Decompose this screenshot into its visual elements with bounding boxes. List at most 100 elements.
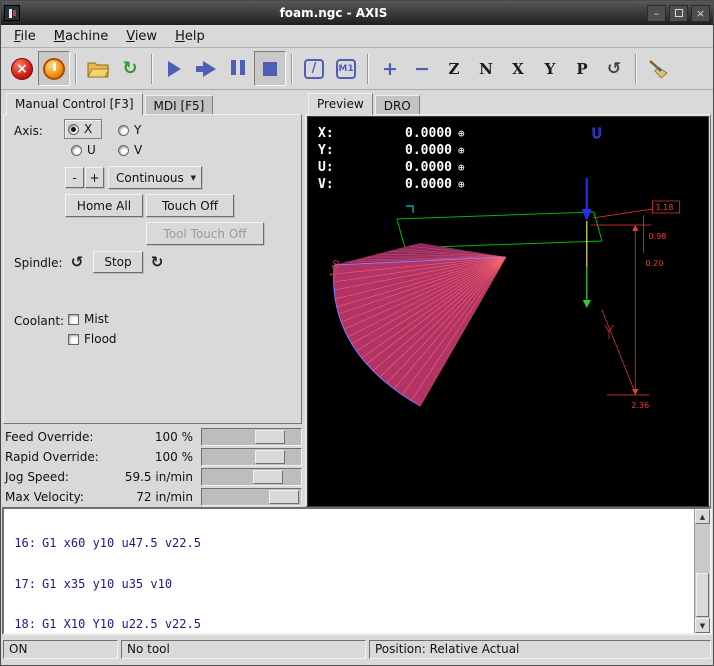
scrollbar-thumb[interactable] <box>696 573 709 617</box>
pause-bar <box>231 60 236 75</box>
menu-view[interactable]: View <box>117 26 166 47</box>
zoom-in-button[interactable]: + <box>374 51 406 86</box>
pause-program-button[interactable] <box>222 51 254 86</box>
feed-override-label: Feed Override: <box>5 430 93 444</box>
work-envelope <box>397 212 602 248</box>
spindle-cw-icon: ↻ <box>151 253 164 271</box>
axis-label: Axis: <box>14 124 43 138</box>
radio-u-indicator <box>71 145 82 156</box>
view-z-rotated-button[interactable]: N <box>470 51 502 86</box>
max-velocity-slider[interactable] <box>201 488 302 506</box>
max-velocity-value: 72 in/min <box>136 490 193 504</box>
mist-label: Mist <box>84 312 109 326</box>
view-perspective-icon: P <box>576 60 587 78</box>
scroll-up-button[interactable]: ▲ <box>695 509 710 524</box>
feed-override-slider[interactable] <box>201 428 302 446</box>
jog-speed-row: Jog Speed: 59.5 in/min <box>1 467 304 487</box>
spindle-stop-button[interactable]: Stop <box>93 251 143 273</box>
dro-row-y: Y: 0.0000 ⊕ <box>318 142 465 159</box>
touch-off-button[interactable]: Touch Off <box>146 194 234 217</box>
mist-checkbox[interactable]: Mist <box>68 312 109 326</box>
rapid-override-slider[interactable] <box>201 448 302 466</box>
step-program-button[interactable] <box>190 51 222 86</box>
view-z-button[interactable]: Z <box>438 51 470 86</box>
titlebar: foam.ngc - AXIS – × <box>1 1 713 25</box>
menu-machine[interactable]: Machine <box>45 26 117 47</box>
menu-file[interactable]: File <box>5 26 45 47</box>
clear-plot-button[interactable] <box>642 51 674 86</box>
spindle-cw-button[interactable]: ↻ <box>145 250 169 274</box>
radio-axis-u[interactable]: U <box>71 143 96 157</box>
scroll-down-button[interactable]: ▼ <box>695 618 710 633</box>
gcode-scrollbar[interactable]: ▲ ▼ <box>694 509 710 633</box>
menu-help[interactable]: Help <box>166 26 214 47</box>
feed-override-handle[interactable] <box>255 430 285 444</box>
view-x-button[interactable]: X <box>502 51 534 86</box>
optional-pause-button[interactable]: M1 <box>330 51 362 86</box>
homed-icon: ⊕ <box>458 144 465 157</box>
tab-preview[interactable]: Preview <box>308 93 373 115</box>
view-y-button[interactable]: Y <box>534 51 566 86</box>
rotate-view-button[interactable]: ↺ <box>598 51 630 86</box>
flood-checkbox-indicator <box>68 334 79 345</box>
window-icon-glyph-accent <box>13 10 16 16</box>
run-program-button[interactable] <box>158 51 190 86</box>
jog-speed-handle[interactable] <box>253 470 283 484</box>
dro-u-value: 0.0000 <box>340 160 452 175</box>
radio-axis-y[interactable]: Y <box>118 123 141 137</box>
dim-0-20: 0.20 <box>645 259 663 268</box>
dro-row-u: U: 0.0000 ⊕ <box>318 159 465 176</box>
control-tabs: Manual Control [F3] MDI [F5] <box>3 92 302 114</box>
gcode-line[interactable]: 16:G1 x60 y10 u47.5 v22.5 <box>4 537 693 551</box>
gcode-line[interactable]: 17:G1 x35 y10 u35 v10 <box>4 578 693 592</box>
spindle-ccw-button[interactable]: ↺ <box>65 250 89 274</box>
rotate-view-icon: ↺ <box>607 59 621 79</box>
pause-icon <box>229 60 247 78</box>
tab-dro[interactable]: DRO <box>375 95 420 114</box>
close-button[interactable]: × <box>691 5 710 22</box>
machine-power-button[interactable] <box>38 51 70 86</box>
skip-lines-button[interactable]: / <box>298 51 330 86</box>
step-icon-head <box>203 61 216 77</box>
toolbar-separator <box>291 54 293 84</box>
manual-control-panel: Axis: X Y U <box>3 114 302 424</box>
open-folder-icon <box>86 59 110 79</box>
estop-button[interactable]: × <box>6 51 38 86</box>
maximize-button[interactable] <box>669 5 688 22</box>
rapid-override-handle[interactable] <box>255 450 285 464</box>
zoom-out-button[interactable]: − <box>406 51 438 86</box>
tab-mdi[interactable]: MDI [F5] <box>145 95 214 114</box>
radio-axis-v[interactable]: V <box>118 143 142 157</box>
jog-minus-button[interactable]: - <box>65 167 84 188</box>
window-icon-glyph <box>9 9 12 18</box>
toolbar-separator <box>75 54 77 84</box>
clear-plot-broom-icon <box>647 58 669 80</box>
tab-manual-control[interactable]: Manual Control [F3] <box>6 93 143 115</box>
window-title: foam.ngc - AXIS <box>20 6 647 20</box>
jog-plus-button[interactable]: + <box>85 167 104 188</box>
rapid-override-value: 100 % <box>155 450 193 464</box>
toolbar-separator <box>151 54 153 84</box>
feed-override-value: 100 % <box>155 430 193 444</box>
jog-mode-dropdown[interactable]: Continuous ▼ <box>108 166 202 189</box>
max-velocity-handle[interactable] <box>269 490 299 504</box>
stop-program-button[interactable] <box>254 51 286 86</box>
axis-main-window: foam.ngc - AXIS – × File Machine View He… <box>0 0 714 666</box>
gcode-line[interactable]: 18:G1 X10 Y10 u22.5 v22.5 <box>4 618 693 632</box>
control-notebook: Manual Control [F3] MDI [F5] Axis: X Y <box>3 92 302 424</box>
minimize-button[interactable]: – <box>647 5 666 22</box>
max-velocity-row: Max Velocity: 72 in/min <box>1 487 304 507</box>
window-icon[interactable] <box>4 5 20 21</box>
view-perspective-button[interactable]: P <box>566 51 598 86</box>
preview-canvas[interactable]: X: 0.0000 ⊕ Y: 0.0000 ⊕ U: 0 <box>307 116 709 507</box>
jog-speed-slider[interactable] <box>201 468 302 486</box>
view-y-icon: Y <box>545 60 556 78</box>
flood-label: Flood <box>84 332 117 346</box>
radio-axis-x[interactable]: X <box>64 119 102 139</box>
reload-file-button[interactable]: ↻ <box>114 51 146 86</box>
open-file-button[interactable] <box>82 51 114 86</box>
home-all-button[interactable]: Home All <box>65 194 143 217</box>
estop-icon: × <box>11 58 33 80</box>
dim-2-36: 2.36 <box>631 401 649 410</box>
flood-checkbox[interactable]: Flood <box>68 332 117 346</box>
